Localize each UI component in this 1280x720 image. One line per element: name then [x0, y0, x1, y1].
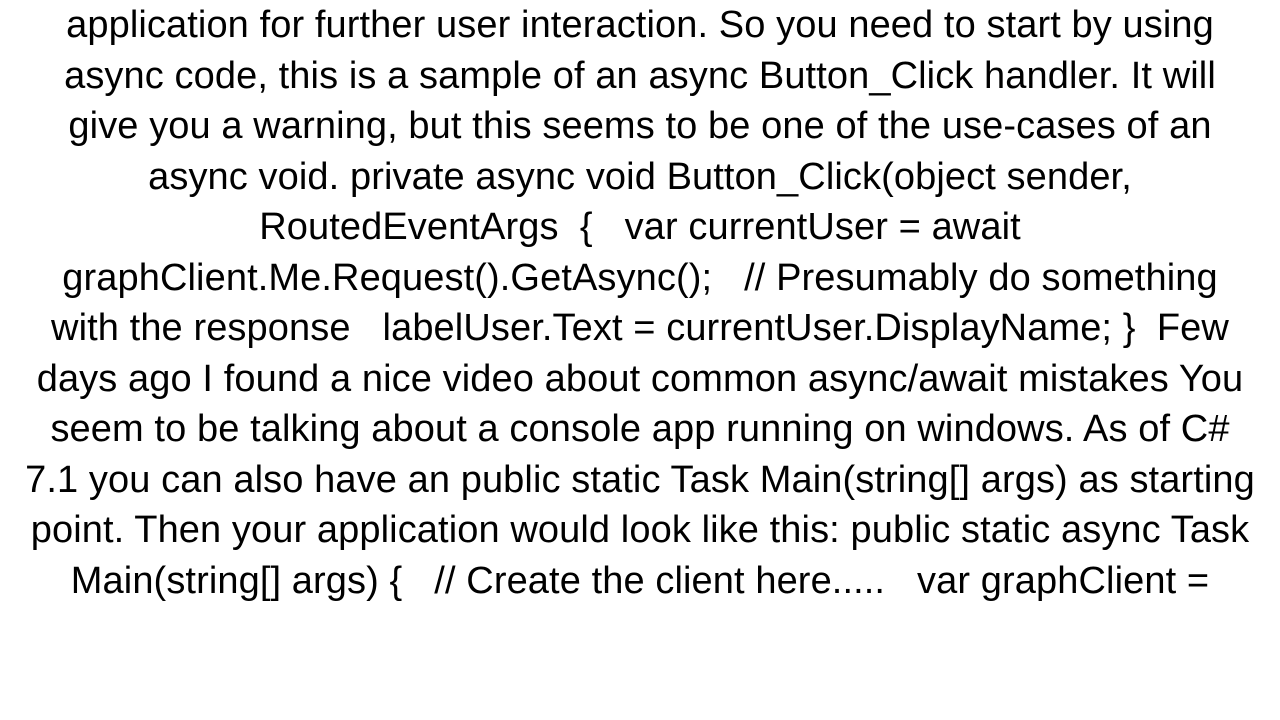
- body-text: application for further user interaction…: [24, 0, 1256, 606]
- page: application for further user interaction…: [0, 0, 1280, 720]
